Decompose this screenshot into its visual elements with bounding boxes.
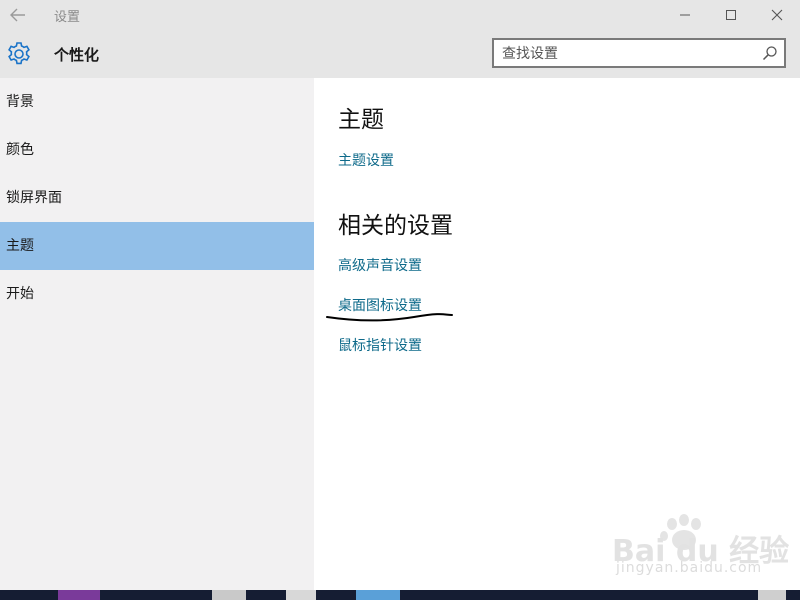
advanced-sound-settings-link[interactable]: 高级声音设置 (338, 255, 422, 275)
theme-heading: 主题 (338, 107, 384, 133)
page-title: 个性化 (54, 46, 100, 64)
maximize-button[interactable] (708, 0, 754, 30)
close-button[interactable] (754, 0, 800, 30)
sidebar-item-themes[interactable]: 主题 (0, 222, 314, 270)
taskbar-app-icon[interactable] (356, 590, 400, 600)
theme-settings-link[interactable]: 主题设置 (338, 150, 394, 170)
page-header: 个性化 (0, 30, 800, 78)
sidebar-item-start[interactable]: 开始 (0, 270, 314, 318)
window-title: 设置 (54, 10, 81, 25)
handwritten-underline (326, 313, 453, 322)
sidebar-item-background[interactable]: 背景 (0, 78, 314, 126)
search-icon[interactable] (762, 45, 778, 61)
close-icon (771, 9, 783, 21)
minimize-button[interactable] (662, 0, 708, 30)
taskbar-strip (0, 590, 800, 600)
back-button[interactable] (6, 4, 30, 26)
sidebar-nav: 背景 颜色 锁屏界面 主题 开始 (0, 78, 314, 590)
title-bar: 设置 (0, 0, 800, 30)
watermark-url: jingyan.baidu.com (616, 560, 763, 576)
maximize-icon (726, 10, 736, 20)
taskbar-app-icon[interactable] (58, 590, 100, 600)
taskbar-app-icon[interactable] (758, 590, 786, 600)
gear-icon (8, 42, 30, 65)
search-box[interactable] (492, 38, 786, 68)
search-input[interactable] (502, 44, 752, 64)
arrow-left-icon (10, 8, 25, 22)
settings-window: 设置 个性化 查找设置 背景 颜色 锁屏界面 主题 开始 主题 主题设置 相关的… (0, 0, 800, 600)
taskbar-app-icon[interactable] (212, 590, 246, 600)
sidebar-item-colors[interactable]: 颜色 (0, 126, 314, 174)
mouse-pointer-settings-link[interactable]: 鼠标指针设置 (338, 335, 422, 355)
related-settings-heading: 相关的设置 (338, 213, 453, 239)
sidebar-item-lock-screen[interactable]: 锁屏界面 (0, 174, 314, 222)
taskbar-app-icon[interactable] (286, 590, 316, 600)
minimize-icon (680, 14, 690, 16)
